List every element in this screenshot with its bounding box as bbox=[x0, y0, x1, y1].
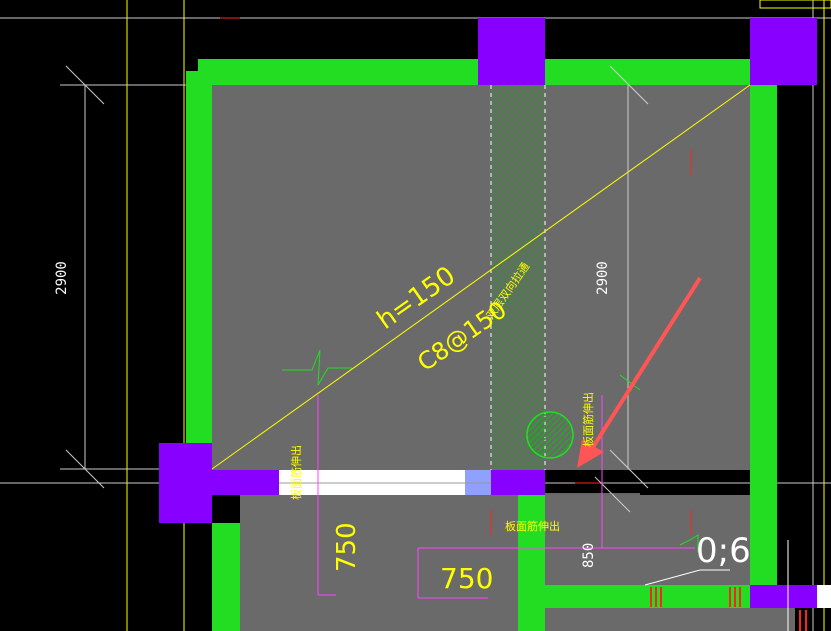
corner-marker bbox=[186, 59, 198, 71]
section-circle bbox=[526, 411, 574, 459]
slab-area-bottom bbox=[545, 608, 795, 631]
edge-rebar-left: 板面筋伸出 bbox=[289, 445, 303, 500]
dim-lower-left: 750 bbox=[332, 522, 362, 572]
edge-rebar-bottom: 板面筋伸出 bbox=[505, 519, 560, 533]
edge-rebar-right: 板面筋伸出 bbox=[581, 392, 595, 447]
coordinate-readout: 0;6 bbox=[696, 531, 751, 571]
dim-lower-mid: 750 bbox=[440, 562, 493, 595]
dimension-left bbox=[65, 65, 105, 489]
cad-canvas[interactable]: 2900 2900 h=150 C8@150 双层双向拉通 板面筋伸出 板面筋伸… bbox=[0, 0, 831, 631]
dim-right-vertical: 2900 bbox=[595, 261, 611, 295]
detail-box bbox=[759, 0, 831, 9]
dim-lower-right: 850 bbox=[581, 543, 597, 568]
dim-left-vertical: 2900 bbox=[54, 261, 70, 295]
floor-plan-drawing: 2900 2900 h=150 C8@150 双层双向拉通 板面筋伸出 板面筋伸… bbox=[0, 0, 831, 631]
